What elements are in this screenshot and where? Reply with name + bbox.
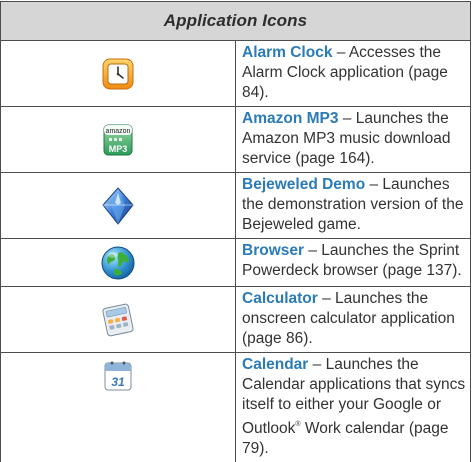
app-name: Bejeweled Demo [242,176,365,193]
icon-cell: 31 [1,353,236,462]
table-row: Bejeweled Demo – Launches the demonstrat… [1,173,471,239]
icon-cell: amazon MP3 [1,107,236,173]
dash: – [332,44,348,61]
table-row: amazon MP3 Amazon MP3 – Launches the Ama… [1,107,471,173]
description-cell: Alarm Clock – Accesses the Alarm Clock a… [236,41,471,107]
description-cell: Browser – Launches the Sprint Powerdeck … [236,239,471,287]
description-cell: Calendar – Launches the Calendar applica… [236,353,471,462]
description-cell: Calculator – Launches the onscreen calcu… [236,287,471,353]
amazon-icon-bottom-text: MP3 [109,144,128,154]
browser-globe-icon [100,245,136,281]
app-name: Calculator [242,290,318,307]
table-row: Browser – Launches the Sprint Powerdeck … [1,239,471,287]
table-row: Alarm Clock – Accesses the Alarm Clock a… [1,41,471,107]
application-icons-table: Application Icons [0,1,471,462]
icon-cell [1,173,236,239]
calculator-icon [99,303,137,337]
dash: – [308,356,325,373]
table-row: 31 Calendar – Launches the Calendar appl… [1,353,471,462]
amazon-icon-top-text: amazon [106,128,131,135]
calendar-icon-date: 31 [111,375,125,389]
table-caption: Application Icons [1,2,471,41]
app-name: Alarm Clock [242,44,332,61]
dash: – [365,176,382,193]
table-row: Calculator – Launches the onscreen calcu… [1,287,471,353]
alarm-clock-icon [100,56,136,92]
page: Application Icons [0,0,472,385]
dash: – [318,290,335,307]
app-name: Browser [242,242,304,259]
description-cell: Bejeweled Demo – Launches the demonstrat… [236,173,471,239]
dash: – [304,242,321,259]
app-name: Amazon MP3 [242,110,338,127]
app-name: Calendar [242,356,308,373]
description-cell: Amazon MP3 – Launches the Amazon MP3 mus… [236,107,471,173]
amazon-mp3-icon: amazon MP3 [100,122,136,158]
icon-cell [1,41,236,107]
bejeweled-gem-icon [100,187,136,225]
icon-cell [1,287,236,353]
icon-cell [1,239,236,287]
dash: – [338,110,355,127]
calendar-icon: 31 [100,359,136,393]
